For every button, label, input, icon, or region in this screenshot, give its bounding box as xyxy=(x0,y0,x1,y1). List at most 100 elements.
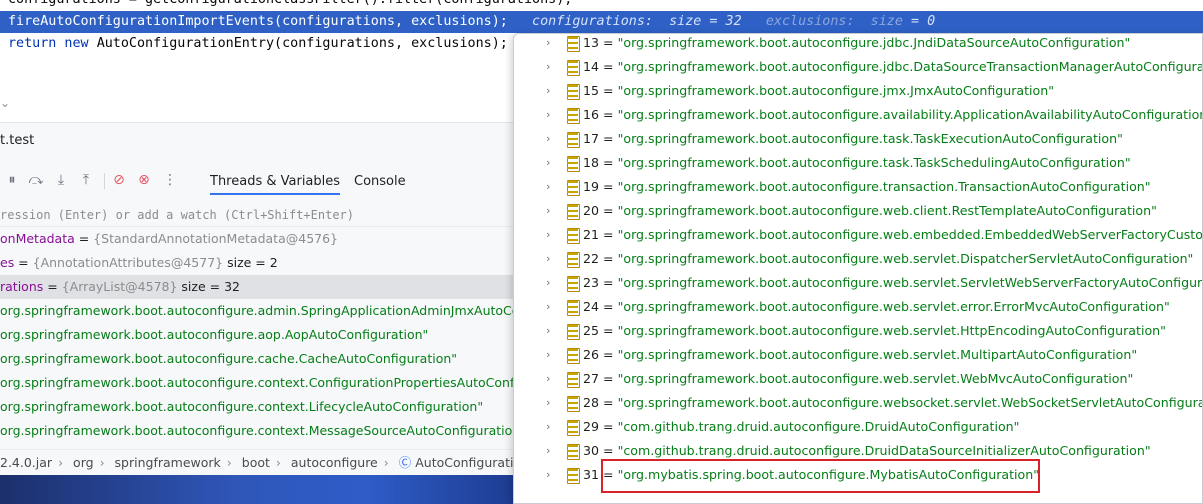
chevron-right-icon[interactable]: › xyxy=(546,271,556,295)
desktop-taskbar-strip xyxy=(0,475,520,504)
list-item-text: 20 = "org.springframework.boot.autoconfi… xyxy=(583,199,1157,223)
list-item[interactable]: › 17 = "org.springframework.boot.autoconf… xyxy=(514,127,1202,151)
element-index: 22 xyxy=(583,251,600,266)
inline-hint-exclusions[interactable]: exclusions: size xyxy=(766,14,903,29)
chevron-right-icon[interactable]: › xyxy=(546,79,556,103)
chevron-right-icon[interactable]: › xyxy=(546,367,556,391)
variable-name: rations xyxy=(0,279,44,294)
array-element-icon xyxy=(567,324,580,340)
watch-expression-input[interactable]: ression (Enter) or add a watch (Ctrl+Shi… xyxy=(0,203,520,227)
list-item[interactable]: › 22 = "org.springframework.boot.autoconf… xyxy=(514,247,1202,271)
step-over-icon[interactable]: ⤼ xyxy=(26,170,46,190)
chevron-down-icon[interactable]: ⌄ xyxy=(0,96,10,110)
list-item[interactable]: org.springframework.boot.autoconfigure.c… xyxy=(0,395,520,419)
element-value: "org.springframework.boot.autoconfigure.… xyxy=(617,251,1194,266)
chevron-right-icon[interactable]: › xyxy=(546,247,556,271)
list-item[interactable]: org.springframework.boot.autoconfigure.a… xyxy=(0,323,520,347)
list-item[interactable]: org.springframework.boot.autoconfigure.c… xyxy=(0,347,520,371)
list-item[interactable]: › 20 = "org.springframework.boot.autoconf… xyxy=(514,199,1202,223)
list-item-value: org.springframework.boot.autoconfigure.c… xyxy=(0,423,520,438)
chevron-right-icon[interactable]: › xyxy=(546,295,556,319)
list-item[interactable]: › 23 = "org.springframework.boot.autoconf… xyxy=(514,271,1202,295)
element-index: 29 xyxy=(583,419,600,434)
element-index: 14 xyxy=(583,59,600,74)
pause-icon[interactable]: ⏸ xyxy=(2,170,22,190)
debug-session-title[interactable]: t.test xyxy=(0,133,34,148)
variable-row[interactable]: es = {AnnotationAttributes@4577} size = … xyxy=(0,251,520,275)
list-item[interactable]: › 15 = "org.springframework.boot.autoconf… xyxy=(514,79,1202,103)
element-value: "org.springframework.boot.autoconfigure.… xyxy=(617,155,1131,170)
list-item[interactable]: › 19 = "org.springframework.boot.autoconf… xyxy=(514,175,1202,199)
list-item[interactable]: › 26 = "org.springframework.boot.autoconf… xyxy=(514,343,1202,367)
tab-console[interactable]: Console xyxy=(354,169,406,195)
step-out-icon[interactable]: ⤒ xyxy=(76,170,96,190)
breadcrumb-item[interactable]: springframework xyxy=(115,455,221,470)
chevron-right-icon[interactable]: › xyxy=(546,463,556,487)
chevron-right-icon[interactable]: › xyxy=(546,343,556,367)
list-item[interactable]: › 29 = "com.github.trang.druid.autoconfig… xyxy=(514,415,1202,439)
list-item[interactable]: org.springframework.boot.autoconfigure.c… xyxy=(0,371,520,395)
equals-sign: = xyxy=(599,107,618,122)
debug-panel: t.test ⏸ ⤼ ⤓ ⤒ ⊘ ⊗ ⋮ Threads & Variables… xyxy=(0,122,520,504)
array-element-icon xyxy=(567,204,580,220)
list-item-text: 27 = "org.springframework.boot.autoconfi… xyxy=(583,367,1133,391)
breadcrumb-item[interactable]: boot xyxy=(242,455,270,470)
element-value: "org.springframework.boot.autoconfigure.… xyxy=(617,323,1166,338)
breadcrumb-item[interactable]: org xyxy=(73,455,94,470)
list-item[interactable]: › 13 = "org.springframework.boot.autoconf… xyxy=(514,34,1202,55)
breadcrumb-item[interactable]: autoconfigure xyxy=(291,455,378,470)
chevron-right-icon[interactable]: › xyxy=(546,223,556,247)
chevron-right-icon[interactable]: › xyxy=(546,151,556,175)
array-element-icon xyxy=(567,420,580,436)
element-index: 25 xyxy=(583,323,600,338)
breadcrumb-item[interactable]: 2.4.0.jar xyxy=(0,455,52,470)
list-item[interactable]: › 28 = "org.springframework.boot.autoconf… xyxy=(514,391,1202,415)
variable-extra: size = 2 xyxy=(223,255,278,270)
step-into-icon[interactable]: ⤓ xyxy=(51,170,71,190)
chevron-right-icon[interactable]: › xyxy=(546,319,556,343)
variable-ref: {AnnotationAttributes@4577} xyxy=(32,255,224,270)
list-item-text: 13 = "org.springframework.boot.autoconfi… xyxy=(583,34,1130,55)
list-item-text: 22 = "org.springframework.boot.autoconfi… xyxy=(583,247,1193,271)
variable-row[interactable]: onMetadata = {StandardAnnotationMetadata… xyxy=(0,227,520,251)
chevron-right-icon[interactable]: › xyxy=(546,199,556,223)
element-index: 17 xyxy=(583,131,600,146)
chevron-right-icon[interactable]: › xyxy=(546,391,556,415)
list-item[interactable]: › 21 = "org.springframework.boot.autoconf… xyxy=(514,223,1202,247)
chevron-right-icon[interactable]: › xyxy=(546,439,556,463)
element-value: "com.github.trang.druid.autoconfigure.Dr… xyxy=(617,419,1020,434)
list-item-text: 17 = "org.springframework.boot.autoconfi… xyxy=(583,127,1123,151)
list-item-text: 21 = "org.springframework.boot.autoconfi… xyxy=(583,223,1202,247)
variable-row-selected[interactable]: rations = {ArrayList@4578} size = 32 xyxy=(0,275,520,299)
list-item[interactable]: › 14 = "org.springframework.boot.autoconf… xyxy=(514,55,1202,79)
breadcrumb-item[interactable]: AutoConfiguratio xyxy=(415,455,520,470)
equals-sign: = xyxy=(599,443,618,458)
list-item[interactable]: › 16 = "org.springframework.boot.autoconf… xyxy=(514,103,1202,127)
list-item[interactable]: org.springframework.boot.autoconfigure.c… xyxy=(0,419,520,443)
more-options-icon[interactable]: ⋮ xyxy=(160,170,180,190)
list-item-value: org.springframework.boot.autoconfigure.a… xyxy=(0,327,429,342)
chevron-right-icon[interactable]: › xyxy=(546,127,556,151)
view-breakpoints-icon[interactable]: ⊘ xyxy=(109,170,129,190)
chevron-right-icon[interactable]: › xyxy=(546,55,556,79)
chevron-right-icon[interactable]: › xyxy=(546,34,556,55)
chevron-right-icon[interactable]: › xyxy=(546,103,556,127)
list-item[interactable]: › 24 = "org.springframework.boot.autoconf… xyxy=(514,295,1202,319)
list-item[interactable]: › 25 = "org.springframework.boot.autoconf… xyxy=(514,319,1202,343)
element-value: "org.springframework.boot.autoconfigure.… xyxy=(617,203,1157,218)
code-line: configurations = getConfigurationClassFi… xyxy=(8,0,572,11)
tab-threads-variables[interactable]: Threads & Variables xyxy=(210,169,341,195)
equals-sign: = xyxy=(599,155,618,170)
array-element-icon xyxy=(567,444,580,460)
chevron-right-icon[interactable]: › xyxy=(546,415,556,439)
variable-eq: = xyxy=(14,255,33,270)
list-item[interactable]: › 18 = "org.springframework.boot.autoconf… xyxy=(514,151,1202,175)
equals-sign: = xyxy=(599,371,618,386)
list-item[interactable]: org.springframework.boot.autoconfigure.a… xyxy=(0,299,520,323)
collection-values-popup[interactable]: › 13 = "org.springframework.boot.autoconf… xyxy=(513,33,1203,504)
variable-eq: = xyxy=(74,231,94,246)
mute-breakpoints-icon[interactable]: ⊗ xyxy=(134,170,154,190)
inline-hint-configurations[interactable]: configurations: size = 32 xyxy=(532,14,742,29)
list-item[interactable]: › 27 = "org.springframework.boot.autoconf… xyxy=(514,367,1202,391)
chevron-right-icon[interactable]: › xyxy=(546,175,556,199)
